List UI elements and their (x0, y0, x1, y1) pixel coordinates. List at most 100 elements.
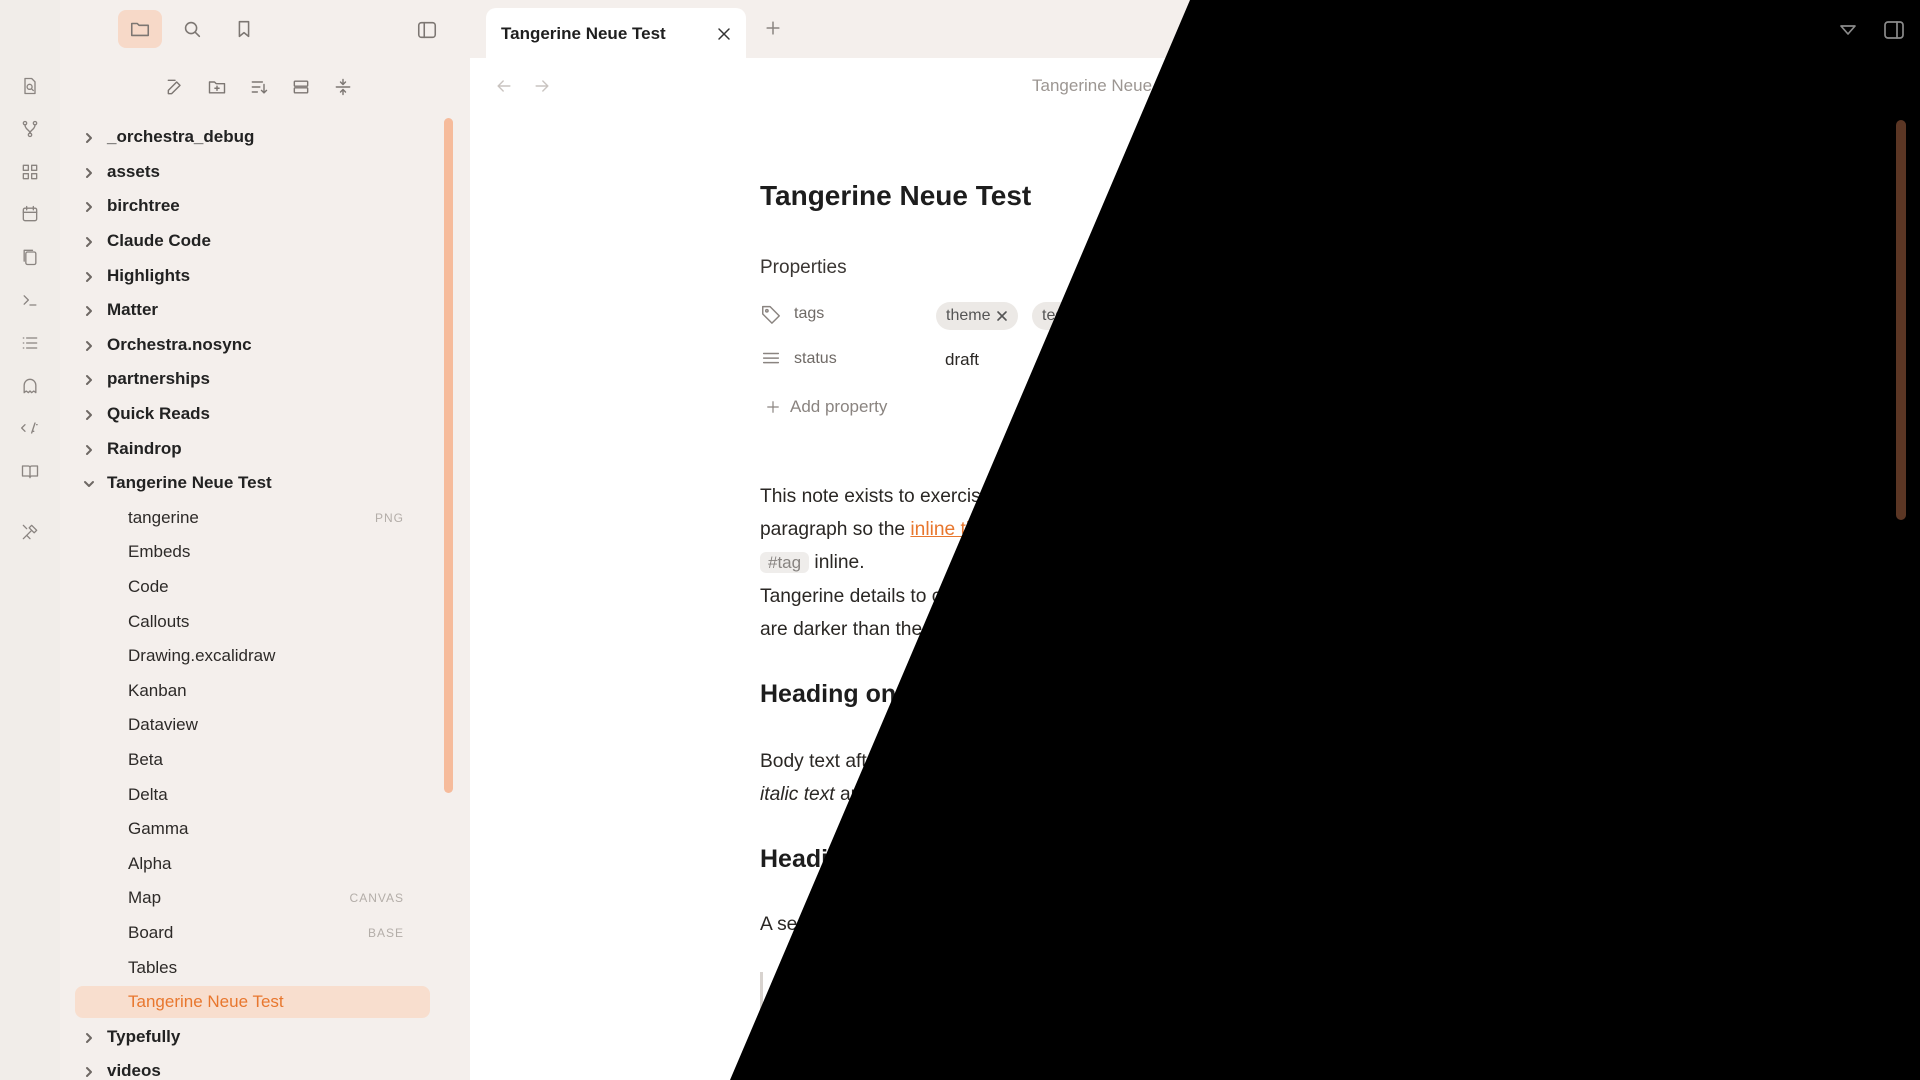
template-icon[interactable] (18, 416, 42, 440)
folder-item[interactable]: Highlights (60, 258, 430, 293)
file-item[interactable]: Delta (60, 777, 430, 812)
bold-text: bold runs (1532, 586, 1620, 607)
file-item[interactable]: Map CANVAS (60, 881, 430, 916)
chevron-down-icon[interactable] (82, 476, 96, 490)
chevron-right-icon[interactable] (82, 165, 96, 179)
close-tab-button[interactable] (714, 24, 734, 44)
copy-icon[interactable] (18, 245, 42, 269)
tag-pill-theme[interactable]: theme (936, 302, 1019, 330)
bookmarks-tab[interactable] (222, 10, 266, 48)
blockquote: The best writing app is the one that get… (760, 972, 1620, 1040)
plus-icon (766, 21, 780, 35)
file-label: Callouts (128, 611, 190, 631)
file-item[interactable]: Beta (60, 743, 430, 778)
reading-view-button[interactable] (1828, 76, 1850, 103)
chevron-right-icon[interactable] (82, 338, 96, 352)
folder-item[interactable]: Raindrop (60, 431, 430, 466)
chevron-right-icon[interactable] (82, 130, 96, 144)
chevron-right-icon[interactable] (82, 407, 96, 421)
breadcrumb-parent[interactable]: Tangerine Neue Test (1032, 76, 1188, 95)
breadcrumb-current[interactable]: Tangerine Neue Test (1206, 76, 1371, 95)
chevron-right-icon[interactable] (82, 234, 96, 248)
folder-item[interactable]: Orchestra.nosync (60, 328, 430, 363)
file-label: Beta (128, 749, 163, 769)
file-item[interactable]: Embeds (60, 535, 430, 570)
list-icon[interactable] (18, 331, 42, 355)
folder-item[interactable]: Claude Code (60, 224, 430, 259)
toggle-sidebar-button[interactable] (413, 16, 441, 44)
property-name-status[interactable]: status (794, 350, 837, 368)
folder-item[interactable]: Matter (60, 293, 430, 328)
file-item[interactable]: Tables (60, 950, 430, 985)
sidebar-scrollbar[interactable] (444, 118, 453, 793)
property-name-tags[interactable]: tags (794, 305, 824, 323)
file-item[interactable]: Kanban (60, 674, 430, 709)
view-actions (1828, 76, 1890, 103)
tag-pill-testing[interactable]: testing (1032, 302, 1118, 330)
folder-item[interactable]: assets (60, 155, 430, 190)
file-item[interactable]: Callouts (60, 604, 430, 639)
property-value-status[interactable]: draft (945, 350, 979, 370)
folder-item[interactable]: Quick Reads (60, 397, 430, 432)
folder-item[interactable]: Typefully (60, 1019, 430, 1054)
chevron-right-icon[interactable] (82, 1030, 96, 1044)
folder-icon (130, 22, 150, 37)
text: Tangerine details to check: (760, 586, 993, 607)
external-link[interactable]: external link (1425, 519, 1527, 540)
folder-item[interactable]: partnerships (60, 362, 430, 397)
file-item[interactable]: Gamma (60, 812, 430, 847)
properties-heading[interactable]: Properties (760, 257, 847, 279)
external-link-icon (1528, 514, 1542, 535)
graph-icon[interactable] (18, 117, 42, 141)
text: and (834, 784, 878, 805)
remove-icon[interactable] (1095, 310, 1107, 322)
chevron-right-icon[interactable] (82, 199, 96, 213)
remove-icon[interactable] (996, 310, 1008, 322)
folder-item[interactable]: Tangerine Neue Test (60, 466, 430, 501)
chevron-right-icon[interactable] (82, 372, 96, 386)
book-icon[interactable] (18, 459, 42, 483)
tools-icon[interactable] (18, 520, 42, 544)
collapse-all-button[interactable] (328, 72, 358, 102)
file-item[interactable]: Dataview (60, 708, 430, 743)
new-tab-button[interactable] (763, 18, 785, 40)
new-folder-button[interactable] (202, 72, 232, 102)
explorer-actions (160, 72, 358, 102)
back-button[interactable] (494, 76, 514, 101)
file-search-icon[interactable] (18, 74, 42, 98)
terminal-icon[interactable] (18, 288, 42, 312)
file-label: Map (128, 888, 162, 908)
ghost-icon[interactable] (18, 374, 42, 398)
tab-tangerine-neue-test[interactable]: Tangerine Neue Test (486, 8, 746, 60)
more-options-button[interactable] (1868, 76, 1890, 103)
new-note-button[interactable] (160, 72, 190, 102)
sort-button[interactable] (244, 72, 274, 102)
folder-item[interactable]: _orchestra_debug (60, 120, 430, 155)
calendar-icon[interactable] (18, 202, 42, 226)
folder-item[interactable]: birchtree (60, 189, 430, 224)
forward-button[interactable] (532, 76, 552, 101)
editor-pane: Tangerine Neue Test Tangerine Neue Test /… (470, 0, 1920, 1080)
chevron-right-icon[interactable] (82, 303, 96, 317)
inline-tag[interactable]: #tag (760, 552, 810, 573)
file-item-active[interactable]: Tangerine Neue Test (60, 985, 430, 1020)
file-item[interactable]: tangerine PNG (60, 501, 430, 536)
folder-label: assets (107, 161, 160, 181)
file-item[interactable]: Alpha (60, 846, 430, 881)
folder-label: Matter (107, 300, 159, 320)
file-item[interactable]: Drawing.excalidraw (60, 639, 430, 674)
add-property-button[interactable]: Add property (764, 397, 887, 417)
expand-all-button[interactable] (286, 72, 316, 102)
inline-tag[interactable]: #tags (1015, 619, 1074, 640)
chevron-right-icon[interactable] (82, 269, 96, 283)
chevron-right-icon[interactable] (82, 442, 96, 456)
folder-item[interactable]: videos (60, 1054, 430, 1080)
search-tab[interactable] (170, 10, 214, 48)
files-tab[interactable] (118, 10, 162, 48)
internal-link[interactable]: inline title (910, 519, 990, 540)
file-item[interactable]: Board BASE (60, 916, 430, 951)
file-item[interactable]: Code (60, 570, 430, 605)
grid-icon[interactable] (18, 160, 42, 184)
inline-title[interactable]: Tangerine Neue Test (760, 180, 1031, 212)
chevron-right-icon[interactable] (82, 1064, 96, 1078)
